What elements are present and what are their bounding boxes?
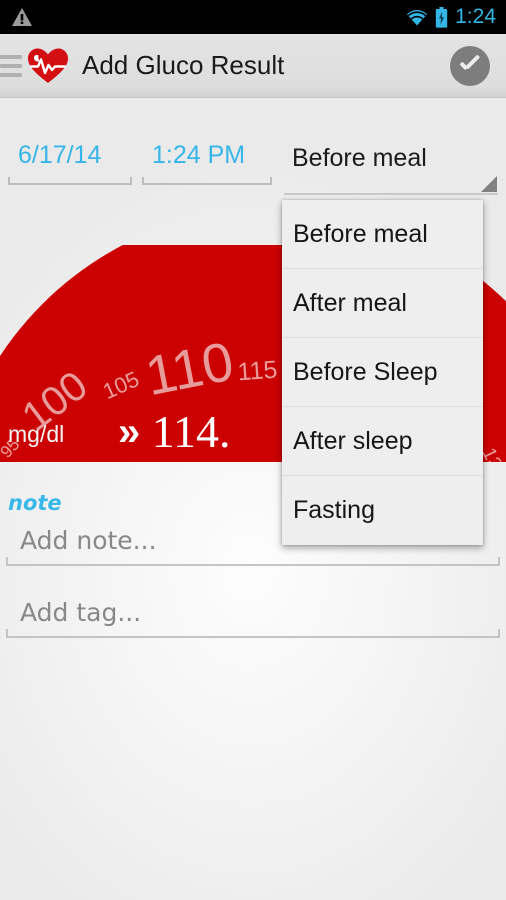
gauge-value-readout: » 114. — [118, 405, 231, 458]
gauge-value-text: 114. — [151, 406, 231, 457]
gauge-tick-115: 115 — [237, 356, 279, 387]
heart-pulse-logo-icon — [26, 46, 70, 86]
dropdown-option-after-sleep[interactable]: After sleep — [282, 407, 483, 476]
note-placeholder: Add note... — [20, 526, 157, 555]
status-bar: 1:24 — [0, 0, 506, 34]
meal-type-spinner[interactable]: Before meal — [284, 137, 498, 201]
dropdown-option-before-meal[interactable]: Before meal — [282, 200, 483, 269]
dropdown-option-before-sleep[interactable]: Before Sleep — [282, 338, 483, 407]
content-area: 6/17/14 1:24 PM Before meal 95 100 105 1… — [0, 99, 506, 900]
date-input[interactable]: 6/17/14 — [8, 139, 132, 193]
gauge-unit-label: mg/dl — [8, 421, 65, 447]
page-title: Add Gluco Result — [82, 50, 285, 80]
note-underline — [6, 557, 500, 566]
tag-placeholder: Add tag... — [20, 598, 142, 627]
time-value: 1:24 PM — [152, 141, 246, 169]
tag-underline — [6, 629, 500, 638]
battery-charging-icon — [435, 6, 448, 28]
check-circle-icon[interactable] — [450, 45, 490, 86]
meal-type-dropdown[interactable]: Before meal After meal Before Sleep Afte… — [282, 200, 483, 545]
hamburger-menu-icon[interactable] — [0, 49, 24, 83]
meal-type-selected-value: Before meal — [292, 144, 427, 172]
warning-triangle-icon — [11, 6, 33, 28]
action-bar: Add Gluco Result — [0, 34, 506, 98]
note-label: note — [8, 491, 62, 515]
spinner-underline — [284, 193, 498, 195]
status-clock: 1:24 — [455, 5, 496, 28]
tag-input[interactable]: Add tag... — [6, 596, 500, 644]
date-value: 6/17/14 — [18, 141, 102, 169]
date-underline — [8, 177, 132, 185]
dropdown-option-after-meal[interactable]: After meal — [282, 269, 483, 338]
gauge-chevron-icon: » — [118, 410, 141, 454]
wifi-icon — [406, 8, 428, 26]
time-underline — [142, 177, 272, 185]
entry-field-row: 6/17/14 1:24 PM Before meal — [0, 139, 506, 201]
dropdown-option-fasting[interactable]: Fasting — [282, 476, 483, 545]
chevron-down-icon — [481, 176, 497, 192]
status-icons-group: 1:24 — [406, 5, 496, 29]
time-input[interactable]: 1:24 PM — [142, 139, 272, 193]
